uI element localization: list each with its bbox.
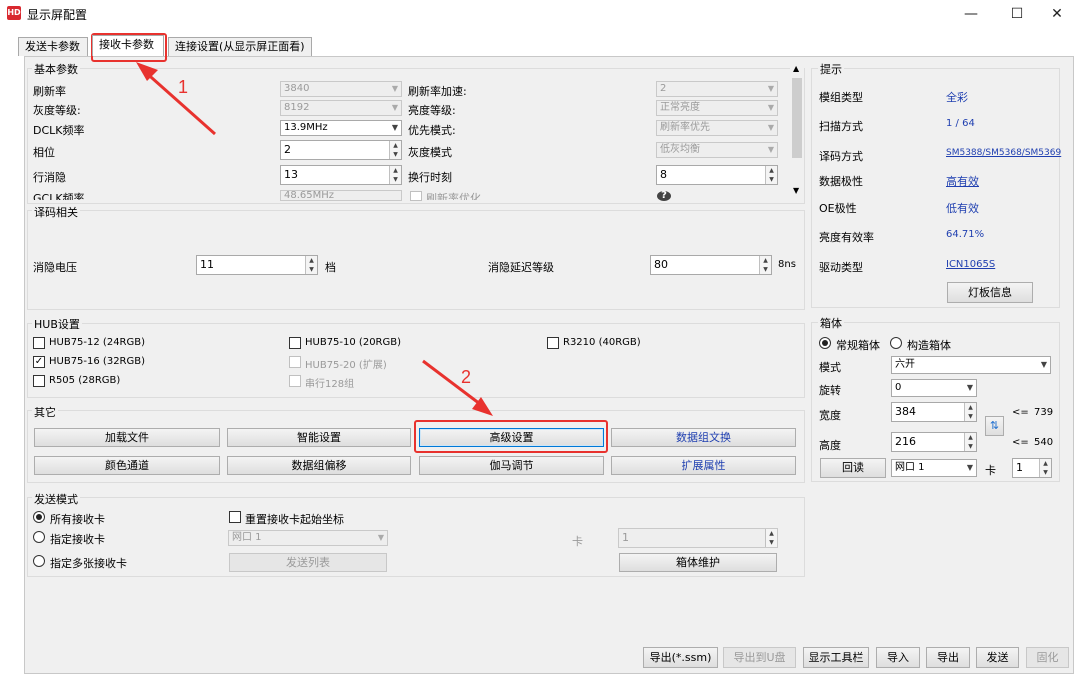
annotation-number-1: 1 bbox=[178, 77, 189, 97]
tab-receive-card-params[interactable]: 接收卡参数 bbox=[92, 35, 164, 56]
annotation-arrows bbox=[136, 62, 493, 416]
annotation-number-2: 2 bbox=[461, 367, 472, 387]
annotation-arrow-2 bbox=[422, 359, 485, 409]
annotation-arrowhead-1 bbox=[136, 62, 158, 81]
